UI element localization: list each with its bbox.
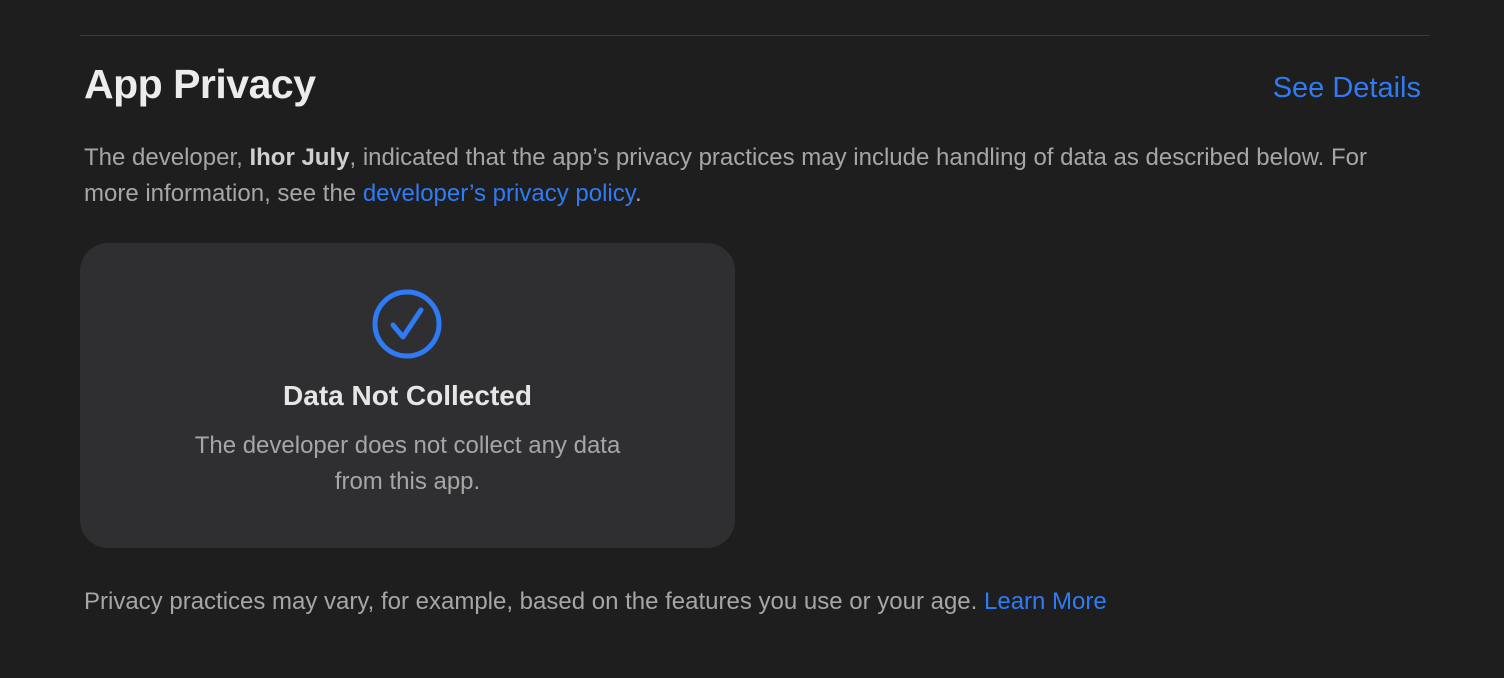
app-privacy-section: App Privacy See Details The developer, I… bbox=[0, 0, 1504, 678]
see-details-link[interactable]: See Details bbox=[1273, 70, 1421, 106]
learn-more-link[interactable]: Learn More bbox=[984, 588, 1107, 615]
privacy-policy-link[interactable]: developer’s privacy policy bbox=[363, 180, 635, 207]
checkmark-circle-icon bbox=[372, 289, 442, 359]
developer-name: Ihor July bbox=[249, 144, 350, 171]
card-description: The developer does not collect any data … bbox=[194, 432, 621, 495]
description-suffix: . bbox=[634, 180, 642, 207]
section-title: App Privacy bbox=[84, 61, 316, 107]
footer-text: Privacy practices may vary, for example,… bbox=[84, 588, 984, 615]
card-title: Data Not Collected bbox=[283, 380, 532, 411]
section-divider bbox=[80, 35, 1430, 36]
description-prefix: The developer, bbox=[84, 144, 250, 171]
privacy-description: The developer, Ihor July, indicated that… bbox=[84, 140, 1424, 212]
privacy-footer: Privacy practices may vary, for example,… bbox=[84, 584, 1107, 620]
